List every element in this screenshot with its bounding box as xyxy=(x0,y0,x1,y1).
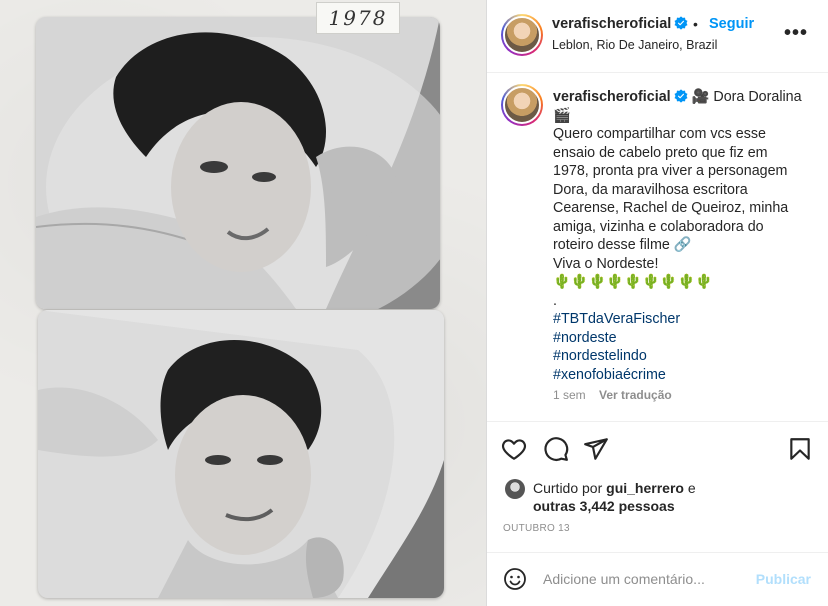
post-header: verafischeroficial • Seguir Leblon, Rio … xyxy=(487,0,828,73)
caption-meta: 1 sem Ver tradução xyxy=(553,388,672,402)
liker-avatar[interactable] xyxy=(505,479,525,499)
post-location[interactable]: Leblon, Rio De Janeiro, Brazil xyxy=(552,38,717,52)
comment-input[interactable] xyxy=(543,567,743,591)
caption-avatar[interactable] xyxy=(501,84,543,126)
avatar-image xyxy=(503,86,541,124)
caption-line: 🎬 xyxy=(553,107,571,124)
author-username[interactable]: verafischeroficial xyxy=(552,16,688,32)
liked-by-text: Curtido por gui_herrero e outras 3,442 p… xyxy=(533,479,723,515)
photo-top xyxy=(36,17,440,309)
see-translation-button[interactable]: Ver tradução xyxy=(599,388,672,402)
caption-first-line: verafischeroficial 🎥 Dora Doralina xyxy=(553,88,821,107)
portrait-top-illustration xyxy=(36,17,440,309)
post-date: OUTUBRO 13 xyxy=(503,523,570,534)
follow-button[interactable]: Seguir xyxy=(709,16,754,32)
post-panel: verafischeroficial • Seguir Leblon, Rio … xyxy=(486,0,828,606)
caption-username[interactable]: verafischeroficial xyxy=(553,89,671,105)
hashtag-link[interactable]: #nordestelindo xyxy=(553,347,821,366)
post-media[interactable]: 1978 xyxy=(0,0,486,606)
hashtag-link[interactable]: #TBTdaVeraFischer xyxy=(553,310,821,329)
hashtag-link[interactable]: #nordeste xyxy=(553,329,821,348)
hashtag-link[interactable]: #xenofobiaécrime xyxy=(553,366,821,385)
caption-line: ensaio de cabelo preto que fiz em xyxy=(553,144,768,161)
more-options-icon[interactable]: ••• xyxy=(784,22,808,45)
avatar-image xyxy=(503,16,541,54)
verified-icon xyxy=(674,16,688,30)
liked-middle: e xyxy=(683,480,696,496)
caption-line: 1978, pronta pra viver a personagem xyxy=(553,163,788,179)
caption-line: 🌵🌵🌵🌵🌵🌵🌵🌵🌵 xyxy=(553,274,714,290)
time-ago: 1 sem xyxy=(553,388,586,402)
caption-line: Cearense, Rachel de Queiroz, minha xyxy=(553,200,789,216)
author-avatar[interactable] xyxy=(501,14,543,56)
heart-icon[interactable] xyxy=(501,436,527,462)
liked-prefix: Curtido por xyxy=(533,480,607,496)
caption-text: verafischeroficial 🎥 Dora Doralina 🎬 Que… xyxy=(553,88,821,384)
year-label: 1978 xyxy=(316,2,400,34)
caption-line: amiga, vizinha e colaboradora do xyxy=(553,218,764,235)
bookmark-icon[interactable] xyxy=(787,436,813,462)
portrait-bottom-illustration xyxy=(38,310,444,598)
liked-by: Curtido por gui_herrero e outras 3,442 p… xyxy=(503,477,823,517)
caption-line: . xyxy=(553,292,557,309)
author-username-text[interactable]: verafischeroficial xyxy=(552,16,671,32)
publish-button[interactable]: Publicar xyxy=(756,571,811,587)
caption-line: roteiro desse filme 🔗 xyxy=(553,237,692,253)
verified-icon xyxy=(674,89,688,103)
caption-line: Quero compartilhar com vcs esse xyxy=(553,126,766,142)
liker-username[interactable]: gui_herrero xyxy=(606,480,684,496)
share-icon[interactable] xyxy=(583,436,609,462)
comment-bar: Publicar xyxy=(487,552,828,606)
photo-bottom xyxy=(38,310,444,598)
caption-area: verafischeroficial 🎥 Dora Doralina 🎬 Que… xyxy=(487,74,828,422)
action-bar xyxy=(487,430,828,470)
separator-dot: • xyxy=(693,16,698,32)
comment-icon[interactable] xyxy=(543,436,569,462)
caption-line: 🎥 Dora Doralina xyxy=(691,89,802,105)
caption-line: Viva o Nordeste! xyxy=(553,255,659,272)
caption-line: Dora, da maravilhosa escritora xyxy=(553,181,748,198)
likes-count-link[interactable]: outras 3,442 pessoas xyxy=(533,498,675,514)
emoji-icon[interactable] xyxy=(503,567,527,591)
